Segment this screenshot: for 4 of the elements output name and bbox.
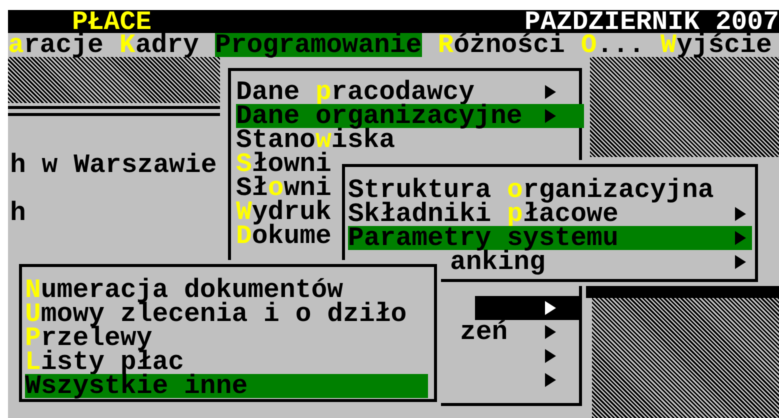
background-text: h w Warszawie <box>10 153 217 177</box>
app-title: PŁACE <box>72 10 152 33</box>
date-label: PAZDZIERNIK 2007 <box>524 10 779 33</box>
background-text: h <box>10 201 26 225</box>
